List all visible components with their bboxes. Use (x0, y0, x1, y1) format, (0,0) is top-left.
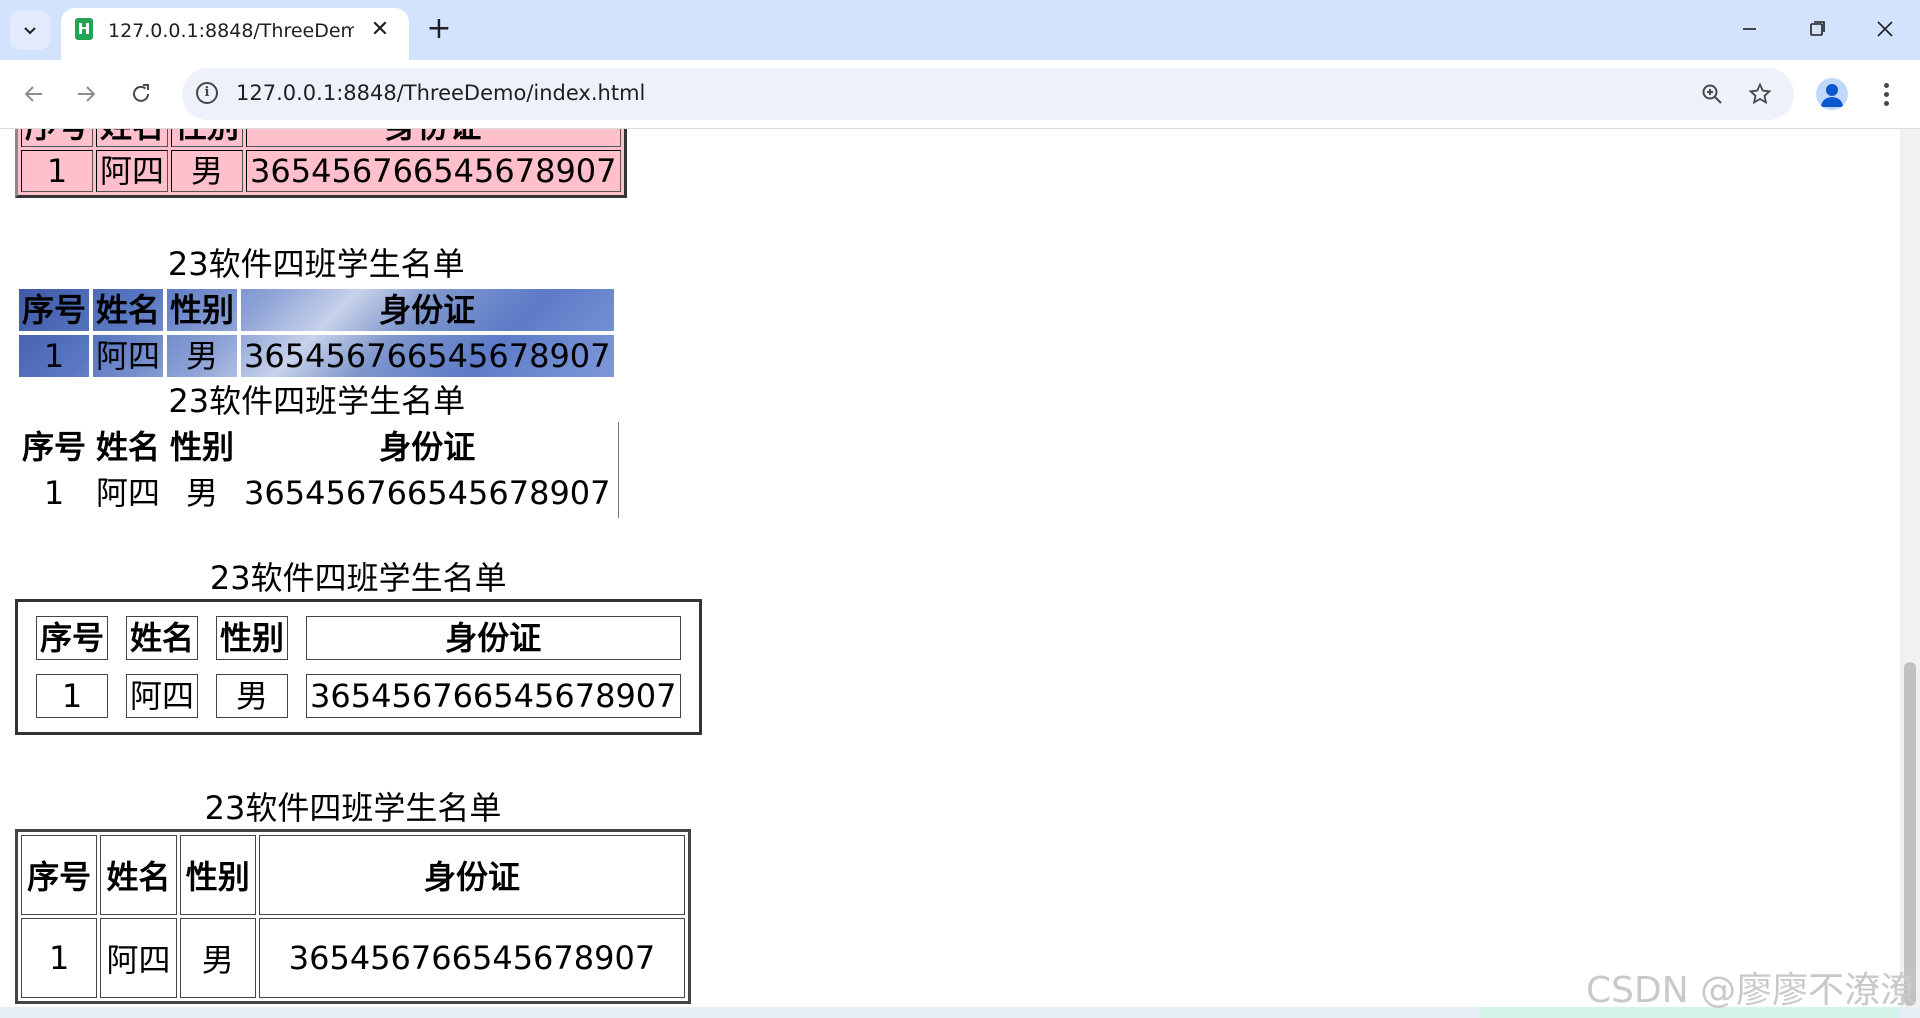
table-cell: 1 (43, 474, 65, 512)
minimize-icon[interactable] (1726, 12, 1772, 46)
browser-tab[interactable]: H 127.0.0.1:8848/ThreeDemo/index.html ✕ (61, 8, 409, 60)
header-cell: 序号 (21, 835, 98, 915)
table-caption: 23软件四班学生名单 (167, 245, 465, 283)
header-cell: 身份证 (258, 835, 685, 915)
table-row: 1 阿四 男 365456766545678907 (36, 674, 681, 718)
header-cell: 姓名 (126, 616, 199, 660)
table-row: 1 阿四 男 365456766545678907 (19, 472, 614, 514)
table-cell: 1 (21, 150, 94, 192)
student-table-sky: 23软件四班学生名单 序号 姓名 性别 身份证 1 阿四 男 365456766… (15, 239, 618, 381)
tab-search-button[interactable] (10, 10, 50, 50)
student-table-pink: 序号 姓名 性别 身份证 1 阿四 男 365456766545678907 (15, 129, 627, 198)
header-cell: 性别 (179, 835, 256, 915)
table-cell: 男 (179, 918, 256, 998)
table-row: 1 阿四 男 365456766545678907 (19, 335, 614, 377)
table-cell: 阿四 (96, 337, 161, 375)
header-cell: 序号 (36, 616, 109, 660)
table-caption: 23软件四班学生名单 (204, 789, 502, 827)
table-caption: 23软件四班学生名单 (209, 559, 507, 597)
student-table-padded: 23软件四班学生名单 序号 姓名 性别 身份证 1 阿四 男 365456766… (15, 783, 691, 1004)
table-header-row: 序号 姓名 性别 身份证 (21, 835, 685, 915)
table-cell: 男 (171, 150, 244, 192)
hbuilder-favicon-icon: H (75, 18, 93, 40)
scrollbar-thumb[interactable] (1904, 662, 1916, 1006)
table-cell: 阿四 (100, 918, 177, 998)
header-cell: 性别 (171, 129, 244, 147)
star-icon[interactable] (1746, 80, 1774, 108)
header-cell: 身份证 (379, 291, 476, 329)
restore-icon[interactable] (1794, 12, 1840, 46)
forward-arrow-icon[interactable] (66, 74, 106, 114)
header-cell: 身份证 (306, 616, 681, 660)
zoom-icon[interactable] (1698, 80, 1726, 108)
table-row: 1 阿四 男 365456766545678907 (21, 150, 621, 192)
header-cell: 姓名 (96, 129, 169, 147)
header-cell: 性别 (216, 616, 289, 660)
table-cell: 365456766545678907 (246, 150, 621, 192)
back-arrow-icon[interactable] (14, 74, 54, 114)
table-cell: 男 (216, 674, 289, 718)
header-cell: 身份证 (246, 129, 621, 147)
plus-icon[interactable]: + (422, 12, 456, 46)
table-cell: 365456766545678907 (258, 918, 685, 998)
table-cell: 365456766545678907 (306, 674, 681, 718)
vertical-scrollbar[interactable] (1900, 129, 1920, 1007)
header-cell: 姓名 (96, 428, 161, 466)
table-cell: 1 (36, 674, 109, 718)
header-cell: 序号 (22, 428, 87, 466)
table-cell: 男 (186, 474, 219, 512)
more-menu-icon[interactable] (1872, 76, 1900, 112)
table-header-row: 序号 姓名 性别 身份证 (19, 289, 614, 331)
header-cell: 序号 (21, 129, 94, 147)
header-cell: 性别 (170, 291, 235, 329)
table-header-row: 序号 姓名 性别 身份证 (19, 426, 614, 468)
table-cell: 阿四 (96, 150, 169, 192)
table-header-row: 序号 姓名 性别 身份证 (36, 616, 681, 660)
address-bar[interactable]: i 127.0.0.1:8848/ThreeDemo/index.html (182, 68, 1794, 120)
header-cell: 身份证 (379, 428, 476, 466)
tab-strip: H 127.0.0.1:8848/ThreeDemo/index.html ✕ … (0, 0, 1920, 60)
table-cell: 阿四 (126, 674, 199, 718)
table-cell: 男 (186, 337, 219, 375)
table-row: 1 阿四 男 365456766545678907 (21, 918, 685, 998)
table-cell: 1 (21, 918, 98, 998)
header-cell: 姓名 (96, 291, 161, 329)
table-header-row: 序号 姓名 性别 身份证 (21, 129, 621, 147)
info-icon[interactable]: i (196, 82, 218, 104)
sky-background-image: 序号 姓名 性别 身份证 1 阿四 男 365456766545678907 (19, 289, 614, 377)
reload-icon[interactable] (121, 74, 161, 114)
header-cell: 性别 (170, 428, 235, 466)
tab-title: 127.0.0.1:8848/ThreeDemo/index.html (108, 20, 354, 42)
table-cell: 1 (43, 337, 65, 375)
close-window-icon[interactable] (1862, 12, 1908, 46)
page-viewport: 序号 姓名 性别 身份证 1 阿四 男 365456766545678907 2… (0, 129, 1920, 1018)
table-cell: 阿四 (96, 474, 161, 512)
header-cell: 序号 (22, 291, 87, 329)
watermark: CSDN @廖廖不潦潦 (1586, 970, 1917, 1011)
student-table-spaced: 23软件四班学生名单 序号 姓名 性别 身份证 1 阿四 男 365456766… (15, 553, 702, 735)
close-icon[interactable]: ✕ (366, 16, 394, 44)
table-cell: 365456766545678907 (244, 474, 611, 512)
table-cell: 365456766545678907 (244, 337, 611, 375)
chevron-down-icon (24, 27, 36, 35)
profile-icon[interactable] (1816, 78, 1848, 110)
student-table-plain: 23软件四班学生名单 序号 姓名 性别 身份证 1 阿四 男 365456766… (15, 376, 619, 518)
browser-toolbar: i 127.0.0.1:8848/ThreeDemo/index.html (0, 60, 1920, 129)
table-caption: 23软件四班学生名单 (168, 382, 466, 420)
url-text[interactable]: 127.0.0.1:8848/ThreeDemo/index.html (236, 81, 645, 105)
header-cell: 姓名 (100, 835, 177, 915)
